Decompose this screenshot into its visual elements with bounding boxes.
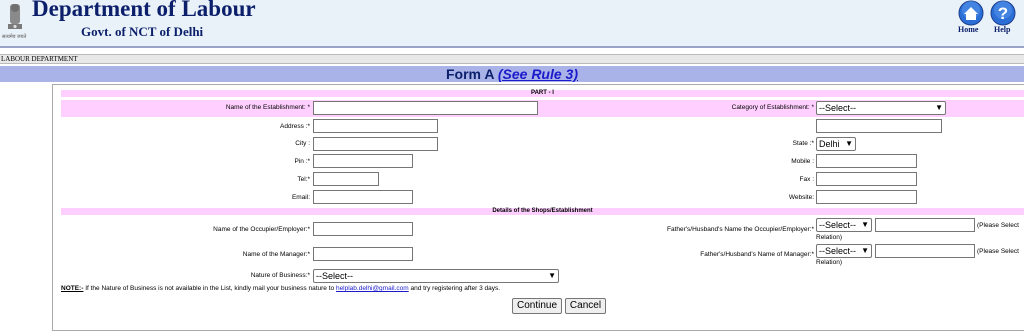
page-title: Department of Labour [32,0,256,21]
fax-label: Fax : [799,176,814,183]
tel-input[interactable] [313,172,379,186]
pin-label: Pin :* [294,158,310,165]
manager-father-label: Father's/Husband's Name of Manager:* [700,251,814,258]
manager-label: Name of the Manager:* [242,251,310,258]
chevron-down-icon: ▼ [845,139,853,148]
manager-relation-select[interactable]: --Select-- ▼ [816,244,872,258]
establishment-name-input[interactable] [313,101,538,115]
help-icon[interactable]: ? [988,0,1018,26]
chevron-down-icon: ▼ [935,103,943,112]
note-body: If the Nature of Business is not availab… [83,285,336,292]
home-link[interactable]: Home [958,25,978,34]
website-label: Website: [788,194,814,201]
chevron-down-icon: ▼ [861,220,869,229]
website-input[interactable] [816,190,917,204]
chevron-down-icon: ▼ [861,246,869,255]
manager-relation-hint-2: Relation) [816,259,843,266]
nature-label: Nature of Business:* [250,272,310,279]
address-line2-input[interactable] [816,119,942,133]
state-label: State :* [792,140,814,147]
establishment-name-label: Name of the Establishment: * [225,104,310,111]
note-text: NOTE:- If the Nature of Business is not … [61,285,500,292]
pin-input[interactable] [313,154,413,168]
help-link[interactable]: Help [994,25,1010,34]
emblem-caption: सत्यमेव जयते [2,34,27,40]
chevron-down-icon: ▼ [548,271,556,280]
note-suffix: and try registering after 3 days. [408,285,501,292]
fax-input[interactable] [816,172,917,186]
help-email-link[interactable]: helplab.delhi@gmail.com [336,285,409,292]
manager-relation-hint: (Please Select [977,248,1019,255]
occupier-relation-value: --Select-- [819,220,857,230]
breadcrumb: LABOUR DEPARTMENT [0,54,1024,64]
note-prefix: NOTE:- [61,285,84,292]
email-input[interactable] [313,190,413,204]
category-label: Category of Establishment: * [731,104,814,111]
manager-relation-value: --Select-- [819,246,857,256]
city-label: City : [295,140,310,147]
occupier-label: Name of the Occupier/Employer:* [213,226,310,233]
category-select-value: --Select-- [819,103,857,113]
state-select[interactable]: Delhi ▼ [816,137,856,151]
site-header: सत्यमेव जयते Department of Labour Govt. … [0,0,1024,46]
see-rule-link[interactable]: (See Rule 3) [498,66,578,82]
address-label: Address :* [280,123,310,130]
cancel-button[interactable]: Cancel [565,298,606,314]
svg-text:?: ? [998,4,1008,23]
nature-select[interactable]: --Select-- ▼ [313,269,559,283]
occupier-father-label: Father's/Husband's Name the Occupier/Emp… [667,226,814,233]
email-label: Email: [291,194,310,201]
category-select[interactable]: --Select-- ▼ [816,101,946,115]
part-band: PART - I [61,90,1024,97]
occupier-input[interactable] [313,222,413,236]
page-subtitle: Govt. of NCT of Delhi [81,24,204,39]
manager-input[interactable] [313,247,413,261]
mobile-input[interactable] [816,154,917,168]
manager-father-input[interactable] [875,244,975,258]
continue-button[interactable]: Continue [512,298,562,314]
state-select-value: Delhi [819,139,840,149]
occupier-relation-select[interactable]: --Select-- ▼ [816,218,872,232]
header-divider [0,46,1024,48]
form-title-bar: Form A (See Rule 3) [0,66,1024,82]
occupier-relation-hint-2: Relation) [816,234,843,241]
occupier-relation-hint: (Please Select [977,222,1019,229]
occupier-father-input[interactable] [875,218,975,232]
tel-label: Tel:* [297,176,310,183]
form-title: Form A [446,66,494,82]
shop-details-band: Details of the Shops/Establishment [61,208,1024,215]
mobile-label: Mobile : [791,158,814,165]
home-icon[interactable] [956,0,986,26]
address-input[interactable] [313,119,438,133]
nature-select-value: --Select-- [316,271,354,281]
city-input[interactable] [313,137,438,151]
